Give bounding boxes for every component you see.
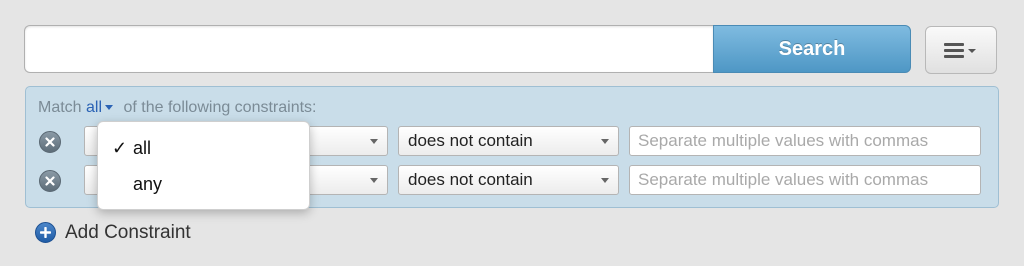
constraint-value-input[interactable] bbox=[629, 165, 981, 195]
match-line: Match all of the following constraints: bbox=[38, 99, 317, 117]
constraint-value-input[interactable] bbox=[629, 126, 981, 156]
match-option-all[interactable]: ✓ all bbox=[98, 131, 309, 165]
chevron-down-icon bbox=[601, 139, 609, 144]
chevron-down-icon bbox=[105, 105, 114, 111]
match-option-label: all bbox=[133, 138, 152, 158]
chevron-down-icon bbox=[601, 178, 609, 183]
remove-constraint-icon[interactable] bbox=[39, 131, 61, 153]
plus-icon bbox=[35, 222, 56, 243]
menu-button[interactable] bbox=[925, 26, 997, 74]
match-prefix: Match bbox=[38, 99, 82, 116]
remove-constraint-icon[interactable] bbox=[39, 170, 61, 192]
search-bar: Search bbox=[24, 25, 911, 75]
match-mode-label: all bbox=[86, 99, 103, 116]
operator-select[interactable]: does not contain bbox=[398, 165, 619, 195]
search-button[interactable]: Search bbox=[713, 25, 911, 73]
match-suffix: of the following constraints: bbox=[123, 99, 317, 116]
chevron-down-icon bbox=[370, 139, 378, 144]
operator-select-value: does not contain bbox=[408, 170, 533, 189]
operator-select-value: does not contain bbox=[408, 131, 533, 150]
add-constraint-label: Add Constraint bbox=[65, 222, 191, 243]
checkmark-icon: ✓ bbox=[112, 138, 128, 158]
chevron-down-icon bbox=[370, 178, 378, 183]
match-option-label: any bbox=[133, 174, 163, 194]
hamburger-menu-icon bbox=[944, 43, 964, 59]
search-input[interactable] bbox=[24, 25, 713, 73]
match-mode-toggle[interactable]: all bbox=[86, 99, 123, 116]
match-option-any[interactable]: any bbox=[98, 167, 309, 201]
chevron-down-icon bbox=[968, 49, 976, 53]
operator-select[interactable]: does not contain bbox=[398, 126, 619, 156]
match-mode-dropdown: ✓ all any bbox=[97, 121, 310, 210]
